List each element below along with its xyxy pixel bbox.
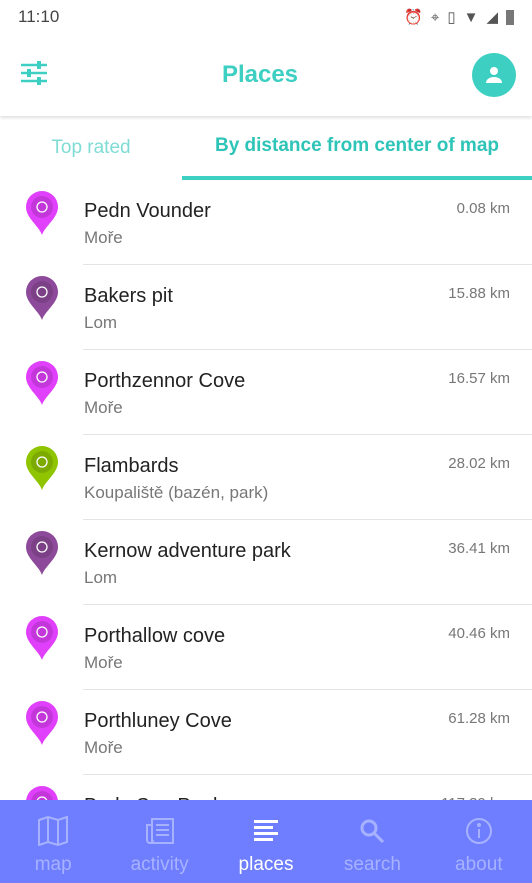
nav-places[interactable]: places: [213, 800, 319, 883]
signal-icon: ◢: [486, 9, 498, 26]
wifi-icon: ▼: [463, 8, 479, 26]
place-name: Pedn Vounder: [84, 200, 211, 222]
place-distance: 0.08 km: [456, 200, 510, 217]
sliders-icon: [21, 60, 47, 85]
place-name: Porthallow cove: [84, 625, 226, 647]
sea-pin-icon: [26, 701, 58, 745]
page-title: Places: [221, 61, 299, 88]
place-distance: 15.88 km: [448, 285, 510, 302]
bottom-nav: map activity places search about: [0, 800, 532, 883]
list-item[interactable]: Porthallow cove Moře 40.46 km: [0, 605, 532, 690]
place-name: Kernow adventure park: [84, 540, 291, 562]
nav-map[interactable]: map: [0, 800, 106, 883]
sea-pin-icon: [26, 191, 58, 235]
place-distance: 40.46 km: [448, 625, 510, 642]
nav-about[interactable]: about: [426, 800, 532, 883]
quarry-pin-icon: [26, 531, 58, 575]
nav-search[interactable]: search: [319, 800, 425, 883]
place-distance: 61.28 km: [448, 710, 510, 727]
person-icon: [485, 67, 502, 83]
filter-button[interactable]: [20, 59, 48, 92]
place-category: Lom: [84, 568, 118, 587]
alarm-icon: ⏰: [404, 9, 423, 26]
place-category: Moře: [84, 398, 123, 417]
list-item[interactable]: Porthluney Cove Moře 61.28 km: [0, 690, 532, 775]
list-icon: [254, 820, 279, 841]
place-name: Flambards: [84, 455, 179, 477]
list-item[interactable]: Flambards Koupaliště (bazén, park) 28.02…: [0, 435, 532, 520]
place-name: Bakers pit: [84, 285, 173, 307]
tab-top-rated[interactable]: Top rated: [0, 116, 182, 180]
vibrate-icon: ▯: [447, 9, 456, 26]
place-category: Moře: [84, 653, 123, 672]
newspaper-icon: [145, 818, 174, 844]
place-name: Porthzennor Cove: [84, 370, 246, 392]
tab-by-distance[interactable]: By distance from center of map: [182, 116, 532, 180]
location-icon: ⌖: [430, 8, 440, 26]
battery-icon: [506, 9, 514, 25]
profile-button[interactable]: [471, 53, 516, 97]
search-icon: [360, 819, 385, 844]
place-distance: 28.02 km: [448, 455, 510, 472]
place-category: Moře: [84, 738, 123, 757]
place-name: Porthluney Cove: [84, 710, 232, 732]
place-distance: 36.41 km: [448, 540, 510, 557]
place-category: Lom: [84, 313, 118, 332]
places-list: Pedn Vounder Moře 0.08 km Bakers pit Lom…: [0, 180, 532, 860]
list-item[interactable]: Pedn Vounder Moře 0.08 km: [0, 180, 532, 265]
place-category: Moře: [84, 228, 123, 247]
tab-bar: Top rated By distance from center of map: [0, 116, 532, 180]
nav-activity[interactable]: activity: [106, 800, 212, 883]
pool-pin-icon: [26, 446, 58, 490]
map-icon: [38, 816, 69, 846]
place-category: Koupaliště (bazén, park): [84, 483, 269, 502]
list-item[interactable]: Kernow adventure park Lom 36.41 km: [0, 520, 532, 605]
place-distance: 16.57 km: [448, 370, 510, 387]
sea-pin-icon: [26, 361, 58, 405]
list-item[interactable]: Bakers pit Lom 15.88 km: [0, 265, 532, 350]
quarry-pin-icon: [26, 276, 58, 320]
status-time: 11:10: [18, 7, 60, 26]
info-icon: [465, 818, 492, 844]
app-bar: Places: [0, 34, 532, 116]
status-bar: 11:10 ⏰ ⌖ ▯ ▼ ◢: [0, 0, 532, 34]
sea-pin-icon: [26, 616, 58, 660]
list-item[interactable]: Porthzennor Cove Moře 16.57 km: [0, 350, 532, 435]
